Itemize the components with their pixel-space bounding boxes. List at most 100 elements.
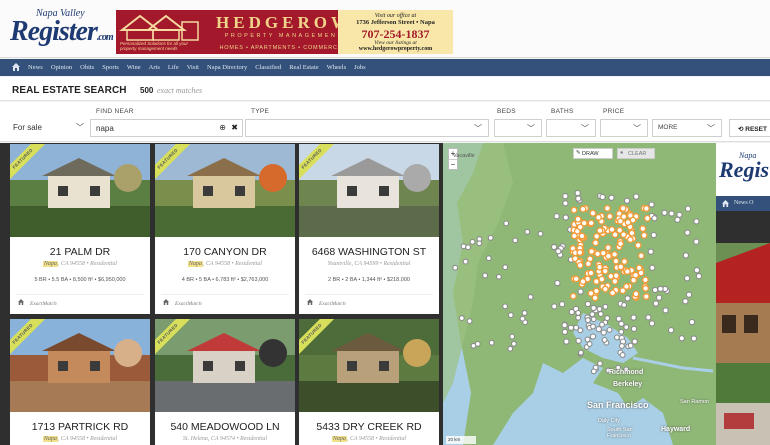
exact-match-tag: ExactMatch [18,299,57,307]
nav-item-jobs[interactable]: Jobs [354,64,366,71]
listings-map[interactable]: + − ✎ DRAW ● CLEAR Vacaville Richmond Be… [443,143,716,445]
map-listing-marker [524,228,531,235]
listing-photo[interactable]: FEATURED [155,144,295,237]
article-preview-overlay[interactable]: Napa Regis News O [716,143,770,445]
home-icon [163,299,169,305]
nav-item-sports[interactable]: Sports [102,64,119,71]
listing-address[interactable]: 21 PALM DR [10,246,150,258]
map-active-marker [623,268,631,275]
listing-address[interactable]: 540 MEADOWOOD LN [155,421,295,433]
listing-photo[interactable]: FEATURED [155,319,295,412]
nav-item-wine[interactable]: Wine [127,64,141,71]
draw-button[interactable]: ✎ DRAW [573,148,613,159]
search-title: REAL ESTATE SEARCH [12,85,127,96]
map-listing-marker [619,352,626,358]
site-logo[interactable]: Napa Valley Register.com [10,8,115,52]
overlay-nav-text: News O [734,200,754,206]
more-filters-select[interactable]: MORE ﹀ [652,119,722,137]
listing-card[interactable]: FEATURED 170 CANYON DR Napa, CA 94558 • Re… [155,144,295,314]
map-listing-marker [648,201,655,208]
real-estate-page: Napa Valley Register.com Personalized So… [0,0,770,445]
nav-item-napa-directory[interactable]: Napa Directory [207,64,247,71]
map-listing-marker [655,294,663,301]
clear-input-icon[interactable]: ✖ [231,123,238,132]
map-active-marker [639,225,647,233]
reset-button[interactable]: ⟲ RESET [729,119,770,137]
clear-button[interactable]: ● CLEAR [617,148,655,159]
map-listing-marker [662,307,669,314]
listing-photo[interactable]: FEATURED [299,319,439,412]
listing-address[interactable]: 6468 WASHINGTON ST [299,246,439,258]
nav-item-obits[interactable]: Obits [80,64,94,71]
map-listing-marker [693,267,701,274]
listing-card[interactable]: FEATURED 6468 WASHINGTON ST Yountville, CA… [299,144,439,314]
map-listing-marker [674,216,681,223]
match-count: 500 [140,86,154,95]
listing-city: Napa [42,261,58,267]
sale-type-select[interactable]: For sale ﹀ [8,119,90,137]
listing-card[interactable]: FEATURED 5433 DRY CREEK RD Napa, CA 94558 … [299,319,439,445]
map-active-marker [642,284,650,292]
nav-item-arts[interactable]: Arts [149,64,160,71]
map-active-marker [603,204,611,212]
map-listing-marker [487,234,494,241]
map-listing-marker [466,318,473,325]
zoom-out-button[interactable]: − [449,159,457,169]
listing-address[interactable]: 1713 PARTRICK RD [10,421,150,433]
nav-item-life[interactable]: Life [168,64,179,71]
map-active-marker [589,209,597,217]
map-label-san-francisco: San Francisco [587,400,649,410]
map-listing-marker [667,327,675,334]
map-listing-marker [618,328,625,335]
listing-card[interactable]: FEATURED 540 MEADOWOOD LN St. Helena, CA 9… [155,319,295,445]
listing-card[interactable]: FEATURED 1713 PARTRICK RD Napa, CA 94558 •… [10,319,150,445]
nav-item-opinion[interactable]: Opinion [51,64,72,71]
map-active-marker [591,294,599,302]
map-listing-marker [574,189,581,197]
nav-item-visit[interactable]: Visit [187,64,199,71]
listing-address[interactable]: 5433 DRY CREEK RD [299,421,439,433]
listing-city: St. Helena [182,436,208,442]
map-listing-marker [652,300,660,307]
map-listing-marker [657,285,664,293]
baths-label: BATHS [551,108,574,115]
price-select[interactable]: ﹀ [600,119,648,137]
find-near-input[interactable]: napa ⊕ ✖ [90,119,243,137]
map-listing-marker [562,193,569,200]
chevron-down-icon: ﹀ [581,124,589,133]
listing-card[interactable]: FEATURED 21 PALM DR Napa, CA 94558 • Resid… [10,144,150,314]
map-listing-marker [661,209,668,216]
type-label: TYPE [251,108,270,115]
home-icon[interactable] [12,63,20,71]
map-active-marker [579,205,587,213]
type-select[interactable]: ﹀ [245,119,489,137]
map-listing-marker [623,197,631,204]
nav-item-classified[interactable]: Classified [255,64,281,71]
map-active-marker [596,227,604,235]
map-active-marker [588,248,596,255]
nav-item-news[interactable]: News [28,64,43,71]
map-active-marker [609,289,617,297]
baths-select[interactable]: ﹀ [546,119,596,137]
beds-select[interactable]: ﹀ [494,119,542,137]
chevron-down-icon: ﹀ [707,124,715,133]
map-listing-marker [690,335,698,342]
nav-item-real-estate[interactable]: Real Estate [289,64,318,71]
ad-contact-panel[interactable]: Visit our office at 1736 Jefferson Stree… [338,10,453,54]
map-listing-marker [482,272,489,279]
listing-address[interactable]: 170 CANYON DR [155,246,295,258]
map-active-marker [604,252,612,260]
search-header: REAL ESTATE SEARCH 500 exact matches [0,77,770,101]
nav-item-wheels[interactable]: Wheels [327,64,347,71]
map-listing-marker [624,295,631,302]
map-listing-marker [485,255,492,262]
locate-icon[interactable]: ⊕ [219,123,226,132]
map-canvas[interactable] [443,143,716,445]
map-listing-marker [678,335,685,342]
listing-photo[interactable]: FEATURED [299,144,439,237]
listing-location-rest: , CA 94574 • Residential [207,436,268,442]
map-active-marker [641,276,649,284]
listing-photo[interactable]: FEATURED [10,319,150,412]
beds-label: BEDS [497,108,516,115]
listing-photo[interactable]: FEATURED [10,144,150,237]
